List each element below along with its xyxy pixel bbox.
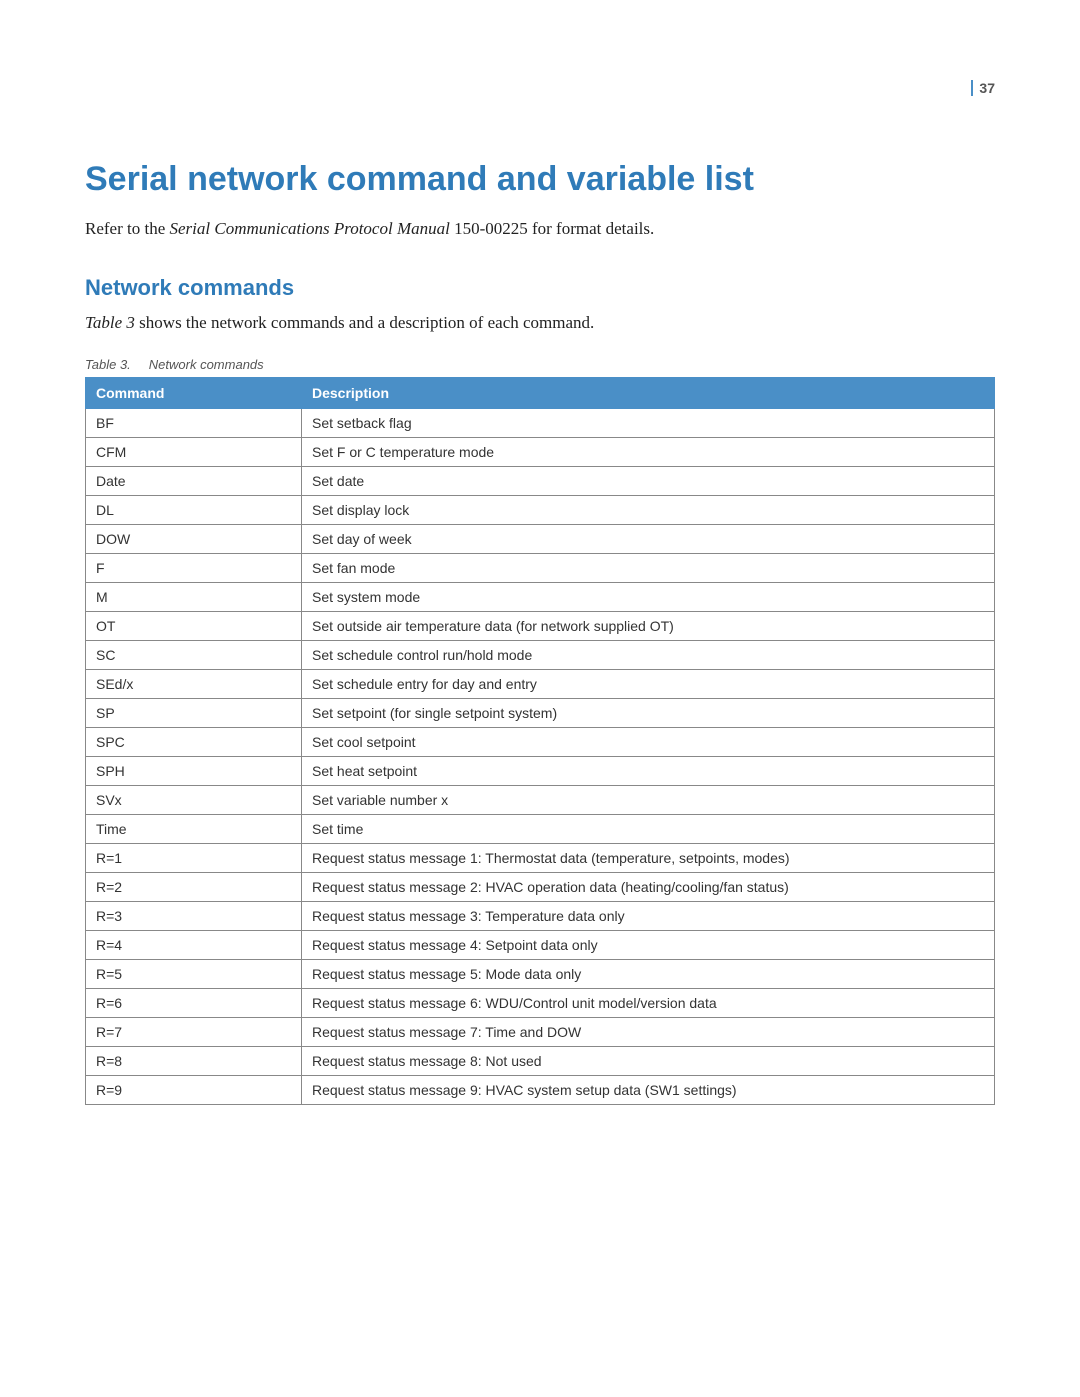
table-cell-description: Set schedule control run/hold mode [302,640,995,669]
table-cell-command: R=8 [86,1046,302,1075]
body-italic: Table 3 [85,313,135,332]
intro-paragraph: Refer to the Serial Communications Proto… [85,217,995,241]
table-cell-description: Set setback flag [302,408,995,437]
table-cell-command: R=1 [86,843,302,872]
table-cell-description: Request status message 2: HVAC operation… [302,872,995,901]
table-cell-description: Set display lock [302,495,995,524]
table-row: R=7Request status message 7: Time and DO… [86,1017,995,1046]
table-row: SVxSet variable number x [86,785,995,814]
table-row: SPHSet heat setpoint [86,756,995,785]
table-cell-command: M [86,582,302,611]
table-row: MSet system mode [86,582,995,611]
table-caption-label: Table 3. [85,357,131,372]
body-suffix: shows the network commands and a descrip… [135,313,594,332]
table-cell-description: Request status message 8: Not used [302,1046,995,1075]
document-page: 37 Serial network command and variable l… [0,0,1080,1397]
table-cell-command: F [86,553,302,582]
table-cell-description: Request status message 4: Setpoint data … [302,930,995,959]
table-cell-description: Set variable number x [302,785,995,814]
table-cell-description: Set date [302,466,995,495]
table-row: R=8Request status message 8: Not used [86,1046,995,1075]
table-cell-description: Set setpoint (for single setpoint system… [302,698,995,727]
table-row: SPCSet cool setpoint [86,727,995,756]
table-row: R=5Request status message 5: Mode data o… [86,959,995,988]
network-commands-table: Command Description BFSet setback flagCF… [85,377,995,1105]
table-cell-description: Set fan mode [302,553,995,582]
table-row: R=6Request status message 6: WDU/Control… [86,988,995,1017]
table-cell-command: SVx [86,785,302,814]
table-cell-command: OT [86,611,302,640]
table-row: R=1Request status message 1: Thermostat … [86,843,995,872]
table-header-row: Command Description [86,377,995,408]
table-cell-command: SP [86,698,302,727]
table-cell-description: Request status message 1: Thermostat dat… [302,843,995,872]
intro-suffix: 150-00225 for format details. [450,219,654,238]
table-cell-command: DOW [86,524,302,553]
table-cell-command: SPC [86,727,302,756]
table-row: TimeSet time [86,814,995,843]
table-cell-description: Set outside air temperature data (for ne… [302,611,995,640]
table-cell-command: R=3 [86,901,302,930]
page-number: 37 [979,80,995,96]
table-cell-description: Request status message 3: Temperature da… [302,901,995,930]
table-row: OTSet outside air temperature data (for … [86,611,995,640]
section-intro: Table 3 shows the network commands and a… [85,311,995,335]
table-cell-command: CFM [86,437,302,466]
table-cell-command: SPH [86,756,302,785]
table-cell-description: Request status message 5: Mode data only [302,959,995,988]
table-row: R=2Request status message 2: HVAC operat… [86,872,995,901]
table-row: R=4Request status message 4: Setpoint da… [86,930,995,959]
table-cell-description: Set system mode [302,582,995,611]
table-cell-description: Set cool setpoint [302,727,995,756]
page-title: Serial network command and variable list [85,160,995,199]
table-cell-description: Request status message 9: HVAC system se… [302,1075,995,1104]
table-caption-title: Network commands [149,357,264,372]
table-header-description: Description [302,377,995,408]
table-row: FSet fan mode [86,553,995,582]
intro-italic: Serial Communications Protocol Manual [170,219,450,238]
table-cell-command: R=4 [86,930,302,959]
table-row: R=9Request status message 9: HVAC system… [86,1075,995,1104]
table-row: R=3Request status message 3: Temperature… [86,901,995,930]
table-cell-command: SC [86,640,302,669]
table-row: BFSet setback flag [86,408,995,437]
table-cell-description: Set schedule entry for day and entry [302,669,995,698]
table-cell-description: Set F or C temperature mode [302,437,995,466]
table-cell-command: R=5 [86,959,302,988]
table-cell-command: R=6 [86,988,302,1017]
table-row: SEd/xSet schedule entry for day and entr… [86,669,995,698]
table-cell-command: Date [86,466,302,495]
table-row: SCSet schedule control run/hold mode [86,640,995,669]
table-cell-command: BF [86,408,302,437]
table-cell-command: SEd/x [86,669,302,698]
table-row: CFMSet F or C temperature mode [86,437,995,466]
table-row: SPSet setpoint (for single setpoint syst… [86,698,995,727]
intro-prefix: Refer to the [85,219,170,238]
table-cell-description: Set day of week [302,524,995,553]
table-row: DLSet display lock [86,495,995,524]
table-header-command: Command [86,377,302,408]
table-row: DateSet date [86,466,995,495]
table-cell-command: R=9 [86,1075,302,1104]
section-heading: Network commands [85,275,995,301]
table-cell-command: R=7 [86,1017,302,1046]
table-cell-command: Time [86,814,302,843]
table-cell-command: R=2 [86,872,302,901]
page-number-bar [971,80,973,96]
page-number-wrap: 37 [971,80,995,96]
table-row: DOWSet day of week [86,524,995,553]
table-cell-description: Request status message 7: Time and DOW [302,1017,995,1046]
table-cell-command: DL [86,495,302,524]
table-cell-description: Set heat setpoint [302,756,995,785]
table-caption: Table 3. Network commands [85,357,995,372]
table-cell-description: Request status message 6: WDU/Control un… [302,988,995,1017]
table-cell-description: Set time [302,814,995,843]
